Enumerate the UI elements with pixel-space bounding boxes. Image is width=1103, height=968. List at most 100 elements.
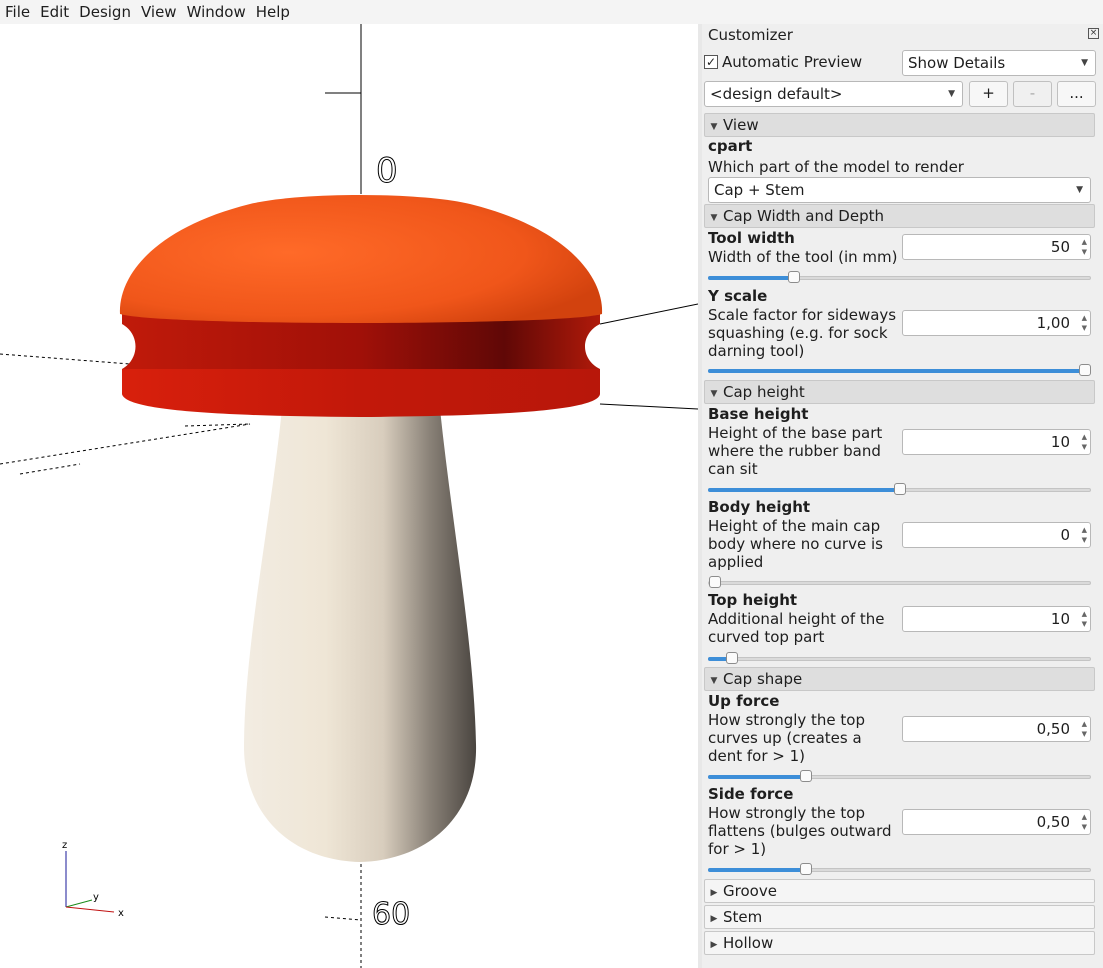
spin-up-icon[interactable]: ▲ xyxy=(1082,610,1087,618)
side-force-spinbox[interactable]: 0,50 ▲ ▼ xyxy=(902,809,1091,835)
group-cap-width-and-depth[interactable]: ▼ Cap Width and Depth xyxy=(704,204,1095,228)
param-desc-base-height: Height of the base part where the rubber… xyxy=(708,424,883,478)
top-height-spinbox[interactable]: 10 ▲ ▼ xyxy=(902,606,1091,632)
param-name-side-force: Side force xyxy=(708,785,794,803)
collapsed-triangle-icon: ▶ xyxy=(710,914,718,924)
body-height-spinbox[interactable]: 0 ▲ ▼ xyxy=(902,522,1091,548)
up-force-spinbox[interactable]: 0,50 ▲ ▼ xyxy=(902,716,1091,742)
menu-bar: File Edit Design View Window Help xyxy=(0,0,1103,24)
param-name-cpart: cpart xyxy=(708,137,753,155)
chevron-down-icon: ▼ xyxy=(948,89,955,99)
details-select-value: Show Details xyxy=(908,54,1006,72)
side-force-value: 0,50 xyxy=(1036,813,1070,831)
up-force-value: 0,50 xyxy=(1036,720,1070,738)
slider-fill xyxy=(708,369,1085,373)
base-height-slider[interactable] xyxy=(708,483,1091,497)
preset-select-value: <design default> xyxy=(710,85,843,103)
slider-thumb[interactable] xyxy=(800,863,812,875)
spin-down-icon[interactable]: ▼ xyxy=(1082,443,1087,451)
param-desc-tool-width: Width of the tool (in mm) xyxy=(708,248,898,266)
spin-down-icon[interactable]: ▼ xyxy=(1082,248,1087,256)
group-groove[interactable]: ▶ Groove xyxy=(704,879,1095,903)
more-options-button[interactable]: ... xyxy=(1057,81,1096,107)
cap-top-shape xyxy=(119,195,603,323)
close-icon[interactable]: × xyxy=(1088,28,1099,39)
preset-select[interactable]: <design default> ▼ xyxy=(704,81,963,107)
body-height-slider[interactable] xyxy=(708,576,1091,590)
group-cap-height-label: Cap height xyxy=(723,383,805,401)
slider-thumb[interactable] xyxy=(1079,364,1091,376)
group-hollow[interactable]: ▶ Hollow xyxy=(704,931,1095,955)
add-preset-button[interactable]: + xyxy=(969,81,1008,107)
y-scale-spinbox[interactable]: 1,00 ▲ ▼ xyxy=(902,310,1091,336)
slider-thumb[interactable] xyxy=(788,271,800,283)
gizmo-x-label: x xyxy=(118,908,124,919)
spin-up-icon[interactable]: ▲ xyxy=(1082,813,1087,821)
parameter-list[interactable]: ▼ View cpart Which part of the model to r… xyxy=(702,111,1098,968)
tool-width-spinbox[interactable]: 50 ▲ ▼ xyxy=(902,234,1091,260)
menu-design[interactable]: Design xyxy=(74,0,136,24)
cpart-select-value: Cap + Stem xyxy=(714,181,805,199)
slider-thumb[interactable] xyxy=(800,770,812,782)
menu-view[interactable]: View xyxy=(136,0,182,24)
menu-help[interactable]: Help xyxy=(251,0,295,24)
group-view-label: View xyxy=(723,116,759,134)
group-hollow-label: Hollow xyxy=(723,934,774,952)
param-name-y-scale: Y scale xyxy=(708,287,768,305)
group-cap-height[interactable]: ▼ Cap height xyxy=(704,380,1095,404)
slider-thumb[interactable] xyxy=(709,576,721,588)
details-select[interactable]: Show Details ▼ xyxy=(902,50,1096,76)
expand-triangle-icon: ▼ xyxy=(710,122,718,132)
y-scale-slider[interactable] xyxy=(708,364,1091,378)
menu-window[interactable]: Window xyxy=(182,0,251,24)
menu-edit[interactable]: Edit xyxy=(35,0,74,24)
param-name-tool-width: Tool width xyxy=(708,229,795,247)
expand-triangle-icon: ▼ xyxy=(710,389,718,399)
slider-thumb[interactable] xyxy=(726,652,738,664)
spin-down-icon[interactable]: ▼ xyxy=(1082,823,1087,831)
slider-track xyxy=(708,657,1091,661)
chevron-down-icon: ▼ xyxy=(1076,185,1083,195)
param-desc-side-force: How strongly the top flattens (bulges ou… xyxy=(708,804,892,858)
remove-preset-button[interactable]: - xyxy=(1013,81,1052,107)
group-stem-label: Stem xyxy=(723,908,763,926)
spin-up-icon[interactable]: ▲ xyxy=(1082,526,1087,534)
tool-width-slider[interactable] xyxy=(708,271,1091,285)
model-render: 0 60 z y x xyxy=(0,24,698,968)
spin-up-icon[interactable]: ▲ xyxy=(1082,720,1087,728)
group-stem[interactable]: ▶ Stem xyxy=(704,905,1095,929)
slider-fill xyxy=(708,488,900,492)
group-view[interactable]: ▼ View xyxy=(704,113,1095,137)
param-desc-cpart: Which part of the model to render xyxy=(708,158,964,176)
automatic-preview-checkbox[interactable]: ✓ xyxy=(704,55,718,69)
spin-down-icon[interactable]: ▼ xyxy=(1082,620,1087,628)
param-desc-up-force: How strongly the top curves up (creates … xyxy=(708,711,866,765)
body-height-value: 0 xyxy=(1060,526,1070,544)
cap-base-shape xyxy=(122,369,600,417)
slider-fill xyxy=(708,775,806,779)
3d-viewport[interactable]: 0 60 z y x xyxy=(0,24,698,968)
spin-up-icon[interactable]: ▲ xyxy=(1082,314,1087,322)
group-cap-shape[interactable]: ▼ Cap shape xyxy=(704,667,1095,691)
menu-file[interactable]: File xyxy=(0,0,35,24)
spin-up-icon[interactable]: ▲ xyxy=(1082,238,1087,246)
side-force-slider[interactable] xyxy=(708,863,1091,877)
up-force-slider[interactable] xyxy=(708,770,1091,784)
spin-up-icon[interactable]: ▲ xyxy=(1082,433,1087,441)
slider-thumb[interactable] xyxy=(894,483,906,495)
collapsed-triangle-icon: ▶ xyxy=(710,888,718,898)
spin-down-icon[interactable]: ▼ xyxy=(1082,730,1087,738)
param-desc-top-height: Additional height of the curved top part xyxy=(708,610,885,646)
slider-fill xyxy=(708,276,794,280)
top-height-slider[interactable] xyxy=(708,652,1091,666)
chevron-down-icon: ▼ xyxy=(1081,58,1088,68)
spin-down-icon[interactable]: ▼ xyxy=(1082,324,1087,332)
base-height-spinbox[interactable]: 10 ▲ ▼ xyxy=(902,429,1091,455)
stem-shape xyxy=(243,409,477,862)
spin-down-icon[interactable]: ▼ xyxy=(1082,536,1087,544)
group-cap-shape-label: Cap shape xyxy=(723,670,803,688)
cpart-select[interactable]: Cap + Stem ▼ xyxy=(708,177,1091,203)
tool-width-value: 50 xyxy=(1050,238,1070,256)
group-groove-label: Groove xyxy=(723,882,777,900)
param-desc-y-scale: Scale factor for sideways squashing (e.g… xyxy=(708,306,897,360)
